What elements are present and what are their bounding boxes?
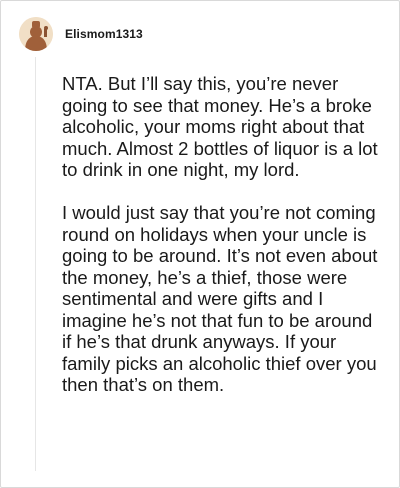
avatar-figure	[19, 17, 53, 51]
thread-line	[35, 57, 36, 471]
avatar-icon[interactable]	[19, 17, 53, 51]
comment-paragraph: I would just say that you’re not coming …	[62, 202, 378, 395]
comment-header: Elismom1313	[19, 17, 143, 51]
comment-paragraph: NTA. But I’ll say this, you’re never goi…	[62, 73, 378, 180]
comment-body: NTA. But I’ll say this, you’re never goi…	[62, 73, 384, 396]
comment-card: Elismom1313 NTA. But I’ll say this, you’…	[0, 0, 400, 488]
username[interactable]: Elismom1313	[65, 27, 143, 41]
